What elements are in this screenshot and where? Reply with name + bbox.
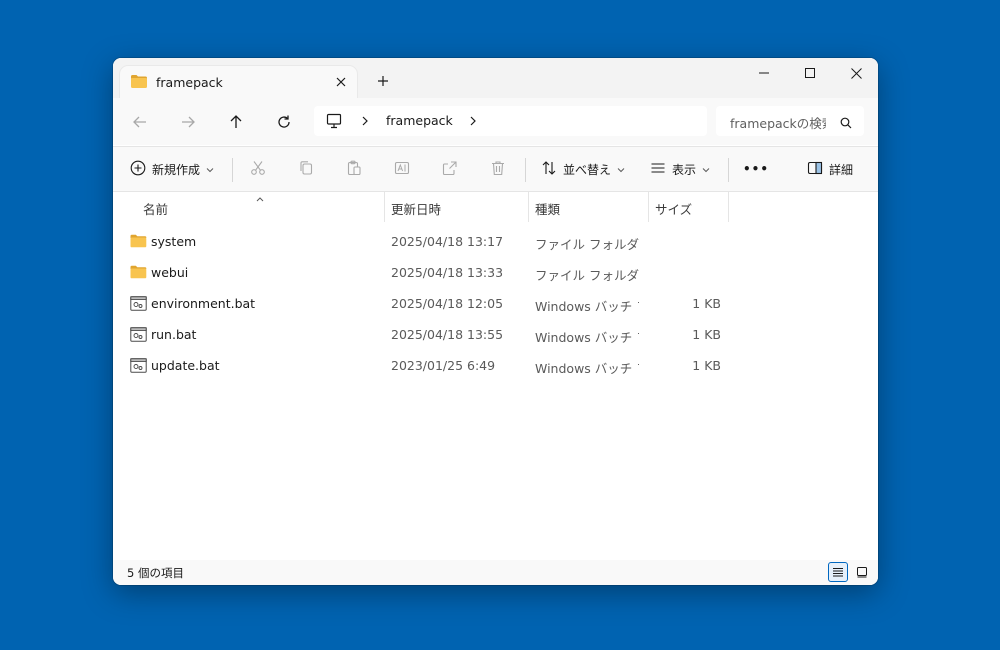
divider [232, 158, 233, 182]
file-row[interactable]: system 2025/04/18 13:17 ファイル フォルダー [113, 227, 878, 258]
breadcrumb-framepack[interactable]: framepack [386, 113, 453, 128]
column-header-name-label: 名前 [143, 202, 169, 217]
this-pc-icon[interactable] [326, 113, 342, 133]
close-tab-icon[interactable] [331, 72, 351, 92]
view-button-label: 表示 [672, 162, 697, 177]
command-bar: 新規作成 並べ替え 表示 ••• 詳細 [113, 146, 878, 192]
plus-circle-icon [130, 160, 146, 179]
column-header-size-label: サイズ [655, 202, 693, 217]
file-row[interactable]: environment.bat 2025/04/18 12:05 Windows… [113, 289, 878, 320]
divider [525, 158, 526, 182]
file-row[interactable]: run.bat 2025/04/18 13:55 Windows バッチ ファイ… [113, 320, 878, 351]
column-header-name[interactable]: 名前 [113, 192, 384, 222]
file-date: 2025/04/18 13:55 [391, 327, 504, 342]
tab-label: framepack [156, 75, 223, 90]
file-size: 1 KB [692, 296, 721, 311]
rename-button[interactable] [394, 156, 410, 182]
status-bar: 5 個の項目 [113, 560, 878, 585]
clipboard-icon [346, 160, 362, 179]
column-header-size[interactable]: サイズ [649, 192, 728, 222]
sort-button-label: 並べ替え [563, 162, 612, 177]
address-bar[interactable]: framepack [314, 106, 707, 136]
file-name: update.bat [151, 358, 220, 373]
file-name: webui [151, 265, 189, 280]
chevron-down-icon [206, 162, 214, 176]
delete-button[interactable] [490, 156, 506, 182]
chevron-down-icon [702, 162, 710, 176]
batch-file-icon [130, 327, 147, 345]
search-placeholder[interactable]: framepackの検索 [730, 113, 826, 132]
file-row[interactable]: webui 2025/04/18 13:33 ファイル フォルダー [113, 258, 878, 289]
folder-icon [130, 74, 148, 93]
details-view-icon[interactable] [828, 562, 848, 582]
file-type: Windows バッチ ファイル [535, 361, 639, 376]
view-button[interactable]: 表示 [650, 156, 710, 182]
back-icon[interactable] [126, 108, 154, 136]
batch-file-icon [130, 358, 147, 376]
navigation-bar: framepack framepackの検索 [113, 98, 878, 145]
file-list: 名前 更新日時 種類 サイズ system 2025/04/18 13:17 フ… [113, 192, 878, 560]
new-button-label: 新規作成 [152, 162, 201, 177]
file-type: Windows バッチ ファイル [535, 299, 639, 314]
more-options-icon: ••• [743, 162, 770, 176]
batch-file-icon [130, 296, 147, 314]
share-button[interactable] [442, 156, 458, 182]
title-bar: framepack [113, 58, 878, 98]
close-window-icon[interactable] [833, 58, 878, 88]
paste-button[interactable] [346, 156, 362, 182]
file-name: system [151, 234, 197, 249]
divider [728, 158, 729, 182]
item-count: 5 個の項目 [127, 566, 184, 580]
tab-framepack[interactable]: framepack [120, 66, 357, 98]
file-date: 2023/01/25 6:49 [391, 358, 496, 373]
column-header-date-label: 更新日時 [391, 202, 442, 217]
file-type: ファイル フォルダー [535, 237, 639, 252]
cut-button[interactable] [250, 156, 266, 182]
details-pane-button[interactable]: 詳細 [807, 156, 853, 182]
search-icon[interactable] [840, 114, 852, 133]
chevron-right-icon[interactable] [360, 113, 370, 133]
sort-button[interactable]: 並べ替え [541, 156, 625, 182]
column-header-type-label: 種類 [535, 202, 561, 217]
file-type: Windows バッチ ファイル [535, 330, 639, 345]
folder-icon [130, 265, 147, 282]
file-name: run.bat [151, 327, 197, 342]
file-name: environment.bat [151, 296, 256, 311]
file-date: 2025/04/18 13:17 [391, 234, 504, 249]
file-type: ファイル フォルダー [535, 268, 639, 283]
copy-button[interactable] [298, 156, 314, 182]
details-pane-icon [807, 160, 823, 179]
file-size: 1 KB [692, 327, 721, 342]
file-size: 1 KB [692, 358, 721, 373]
search-box[interactable]: framepackの検索 [716, 106, 864, 136]
rename-icon [394, 160, 410, 179]
chevron-right-icon[interactable] [468, 113, 478, 133]
view-lines-icon [650, 160, 666, 179]
sort-arrows-icon [541, 160, 557, 179]
chevron-down-icon [617, 162, 625, 176]
maximize-icon[interactable] [787, 58, 833, 88]
new-tab-icon[interactable] [372, 70, 394, 92]
file-date: 2025/04/18 13:33 [391, 265, 504, 280]
file-date: 2025/04/18 12:05 [391, 296, 504, 311]
minimize-icon[interactable] [741, 58, 787, 88]
copy-icon [298, 160, 314, 179]
large-icons-view-icon[interactable] [852, 562, 872, 582]
up-icon[interactable] [222, 108, 250, 136]
column-divider[interactable] [728, 192, 729, 222]
file-explorer-window: framepack framepack framepackの検索 新規作成 並べ… [113, 58, 878, 585]
column-header-date[interactable]: 更新日時 [385, 192, 528, 222]
new-button[interactable]: 新規作成 [130, 156, 214, 182]
details-pane-label: 詳細 [829, 162, 854, 177]
scissors-icon [250, 160, 266, 179]
more-options-button[interactable]: ••• [743, 156, 769, 182]
folder-icon [130, 234, 147, 251]
column-header-type[interactable]: 種類 [529, 192, 648, 222]
forward-icon[interactable] [174, 108, 202, 136]
trash-icon [490, 160, 506, 179]
file-row[interactable]: update.bat 2023/01/25 6:49 Windows バッチ フ… [113, 351, 878, 382]
share-icon [442, 160, 458, 179]
refresh-icon[interactable] [270, 108, 298, 136]
